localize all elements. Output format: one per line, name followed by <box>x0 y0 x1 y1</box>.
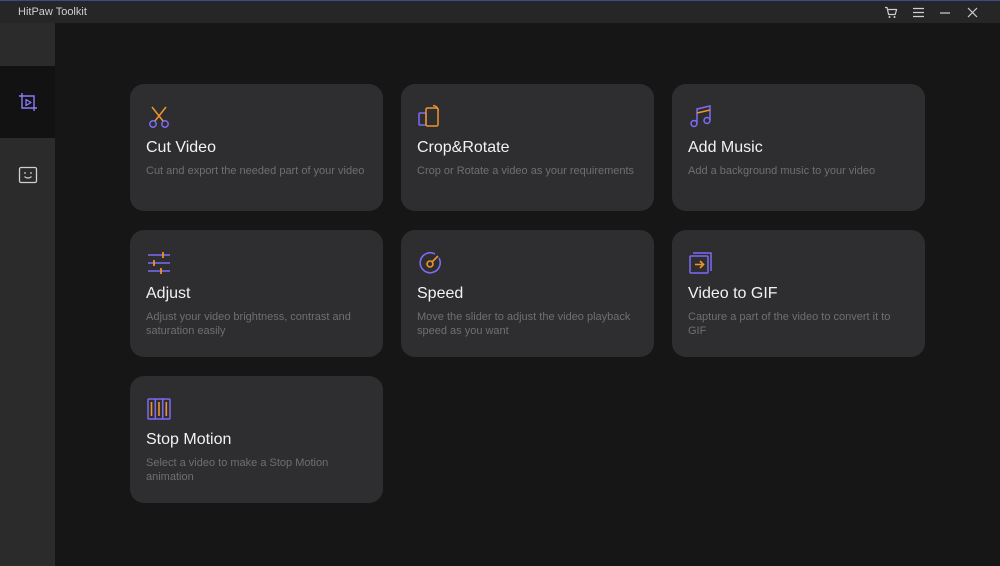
tool-card-stop-motion[interactable]: Stop Motion Select a video to make a Sto… <box>130 376 383 503</box>
tool-name: Adjust <box>146 285 191 302</box>
face-tools-icon <box>18 166 37 184</box>
sliders-icon <box>146 250 172 276</box>
tool-name: Stop Motion <box>146 431 232 448</box>
tool-description: Capture a part of the video to convert i… <box>688 311 891 337</box>
tool-card-video-to-gif[interactable]: Video to GIF Capture a part of the video… <box>672 230 925 357</box>
tool-description: Crop or Rotate a video as your requireme… <box>417 165 635 177</box>
close-button[interactable] <box>962 3 982 21</box>
gif-export-icon <box>688 250 714 276</box>
tool-name: Cut Video <box>146 139 216 156</box>
tool-card-crop-rotate[interactable]: Crop&Rotate Crop or Rotate a video as yo… <box>401 84 654 211</box>
sidebar <box>0 23 55 566</box>
tool-card-adjust[interactable]: Adjust Adjust your video brightness, con… <box>130 230 383 357</box>
tool-card-speed[interactable]: Speed Move the slider to adjust the vide… <box>401 230 654 357</box>
tool-name: Add Music <box>688 139 763 156</box>
film-frames-icon <box>146 396 172 422</box>
tool-description: Move the slider to adjust the video play… <box>417 311 631 337</box>
sidebar-item-face-tools[interactable] <box>0 139 55 211</box>
cart-button[interactable] <box>881 3 901 21</box>
menu-icon <box>912 7 924 17</box>
tool-description: Select a video to make a Stop Motion ani… <box>146 457 329 483</box>
tool-grid: Cut Video Cut and export the needed part… <box>55 23 1000 566</box>
tool-card-cut-video[interactable]: Cut Video Cut and export the needed part… <box>130 84 383 211</box>
title-bar: HitPaw Toolkit <box>0 1 1000 23</box>
tool-card-add-music[interactable]: Add Music Add a background music to your… <box>672 84 925 211</box>
sidebar-item-video-tools[interactable] <box>0 66 55 138</box>
tool-name: Speed <box>417 285 464 302</box>
app-title: HitPaw Toolkit <box>18 6 87 18</box>
scissors-icon <box>146 104 172 130</box>
music-note-icon <box>688 104 714 130</box>
tool-name: Video to GIF <box>688 285 778 302</box>
close-icon <box>967 7 977 17</box>
minimize-icon <box>940 11 950 14</box>
tool-description: Add a background music to your video <box>688 165 876 177</box>
speedometer-icon <box>417 250 443 276</box>
tool-description: Cut and export the needed part of your v… <box>146 165 365 177</box>
video-tools-icon <box>18 93 37 111</box>
tool-description: Adjust your video brightness, contrast a… <box>146 311 351 337</box>
tool-name: Crop&Rotate <box>417 139 510 156</box>
cart-icon <box>885 6 898 18</box>
menu-button[interactable] <box>908 3 928 21</box>
minimize-button[interactable] <box>935 3 955 21</box>
app-window: HitPaw Toolkit Cut Video Cut and export … <box>0 0 1000 566</box>
crop-rotate-icon <box>417 104 443 130</box>
